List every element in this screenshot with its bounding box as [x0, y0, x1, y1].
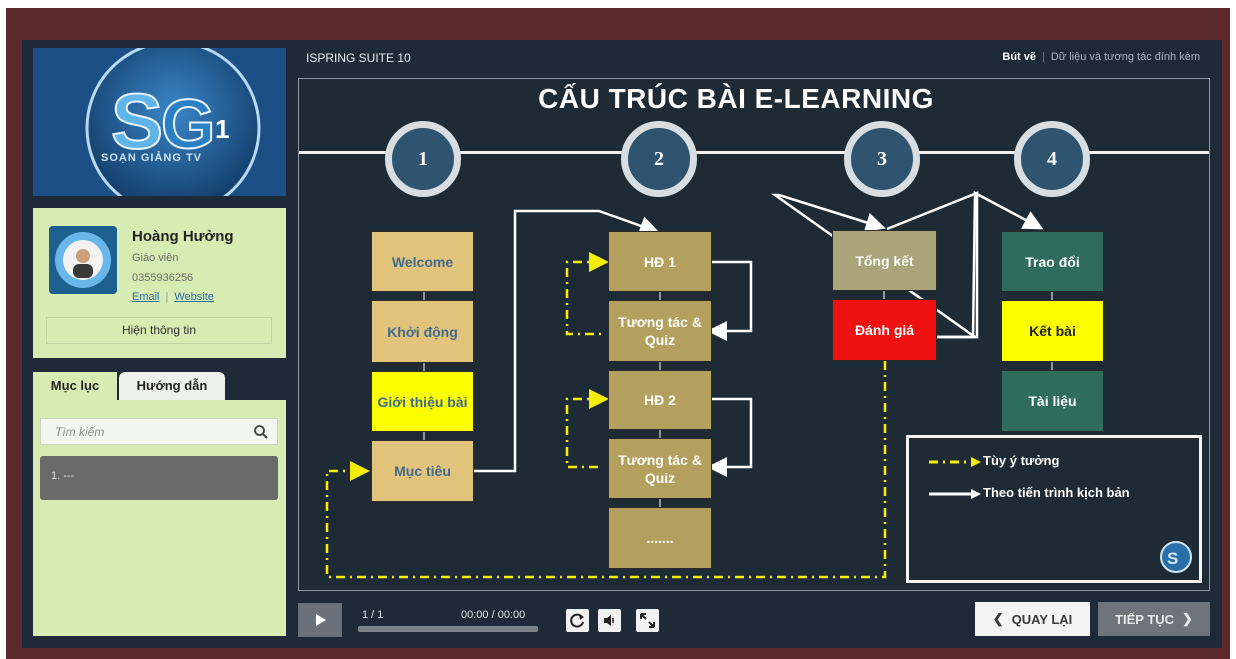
box-activity-1: HĐ 1: [608, 231, 712, 292]
seek-bar[interactable]: [358, 626, 538, 632]
legend-optional-label: Tùy ý tưởng: [983, 453, 1060, 468]
previous-button[interactable]: ❮ QUAY LẠI: [975, 602, 1090, 636]
avatar: [49, 226, 117, 294]
timecode: 00:00 / 00:00: [461, 609, 526, 621]
previous-label: QUAY LẠI: [1011, 611, 1073, 627]
box-activity-2: HĐ 2: [608, 370, 712, 430]
box-discussion: Trao đổi: [1001, 231, 1104, 292]
show-info-button[interactable]: Hiện thông tin: [46, 317, 272, 344]
box-summary: Tổng kết: [832, 230, 937, 291]
step-circle-4: 4: [1014, 121, 1090, 197]
header-divider: |: [1042, 51, 1045, 63]
presenter-phone: 0355936256: [132, 272, 194, 284]
chevron-left-icon: ❮: [992, 611, 1004, 626]
box-objectives: Mục tiêu: [371, 440, 474, 502]
brand-logo-text: SOẠN GIẢNG TV: [101, 152, 203, 164]
replay-button[interactable]: [566, 609, 589, 632]
tab-guide[interactable]: Hướng dẫn: [119, 372, 225, 400]
slide-canvas: CẤU TRÚC BÀI E-LEARNING 1 2 3 4 Welcome …: [298, 78, 1210, 591]
presenter-role: Giáo viên: [132, 252, 179, 264]
presenter-name: Hoàng Hưởng: [132, 228, 234, 245]
pen-tool-button[interactable]: Bút vẽ: [1002, 51, 1036, 63]
box-introduction: Giới thiệu bài: [371, 371, 474, 432]
box-warmup: Khởi động: [371, 300, 474, 363]
box-interaction-quiz-2: Tương tác & Quiz: [608, 438, 712, 499]
tab-outline[interactable]: Mục lục: [33, 372, 117, 400]
outline-item[interactable]: 1. ---: [40, 456, 278, 500]
screenshot-frame: S G 1 SOẠN GIẢNG TV Hoàng Hưởng Giáo viê…: [0, 0, 1236, 659]
outline-body: Tìm kiếm 1. ---: [33, 400, 286, 636]
step-circle-1: 1: [385, 121, 461, 197]
presenter-photo-icon: [49, 226, 117, 294]
play-button[interactable]: [298, 603, 342, 637]
replay-icon: [570, 613, 584, 628]
box-interaction-quiz-1: Tương tác & Quiz: [608, 300, 712, 362]
mini-logo-icon: S: [1160, 541, 1192, 573]
svg-text:S: S: [1167, 549, 1178, 568]
box-resources: Tài liệu: [1001, 370, 1104, 432]
next-button[interactable]: TIẾP TỤC ❯: [1098, 602, 1210, 636]
volume-icon: [604, 615, 614, 626]
outline-item-label: 1. ---: [51, 470, 75, 482]
fullscreen-button[interactable]: [636, 609, 659, 632]
legend-scripted-label: Theo tiến trình kịch bản: [983, 485, 1130, 500]
step-circle-2: 2: [621, 121, 697, 197]
scripted-flow-lines: [474, 190, 1044, 477]
box-assessment: Đánh giá: [832, 299, 937, 361]
attachments-button[interactable]: Dữ liệu và tương tác đính kèm: [1051, 51, 1200, 63]
email-link[interactable]: Email: [132, 291, 160, 303]
brand-logo-panel: S G 1 SOẠN GIẢNG TV: [33, 48, 286, 196]
box-welcome: Welcome: [371, 231, 474, 292]
slide-counter: 1 / 1: [362, 609, 384, 621]
search-input[interactable]: Tìm kiếm: [40, 418, 278, 445]
play-icon: [316, 614, 326, 626]
next-label: TIẾP TỤC: [1115, 611, 1175, 627]
brand-logo-icon: S G 1: [33, 48, 286, 196]
step-circle-3: 3: [844, 121, 920, 197]
search-icon[interactable]: [253, 424, 269, 440]
website-link[interactable]: Website: [174, 291, 214, 303]
outline-tabs: Mục lục Hướng dẫn: [33, 372, 286, 400]
outline-panel: Mục lục Hướng dẫn Tìm kiếm 1. ---: [33, 372, 286, 636]
volume-button[interactable]: [598, 609, 621, 632]
search-placeholder: Tìm kiếm: [55, 425, 105, 439]
presenter-links: Email | Website: [132, 291, 214, 303]
fullscreen-icon: [640, 613, 655, 628]
box-conclusion: Kết bài: [1001, 300, 1104, 362]
legend-box: Tùy ý tưởng Theo tiến trình kịch bản S: [906, 435, 1202, 583]
link-divider: |: [165, 291, 169, 303]
svg-text:1: 1: [215, 114, 229, 144]
course-title: ISPRING SUITE 10: [306, 51, 411, 65]
header-tools: Bút vẽ | Dữ liệu và tương tác đính kèm: [1002, 51, 1200, 63]
box-more: .......: [608, 507, 712, 569]
chevron-right-icon: ❯: [1182, 611, 1193, 626]
